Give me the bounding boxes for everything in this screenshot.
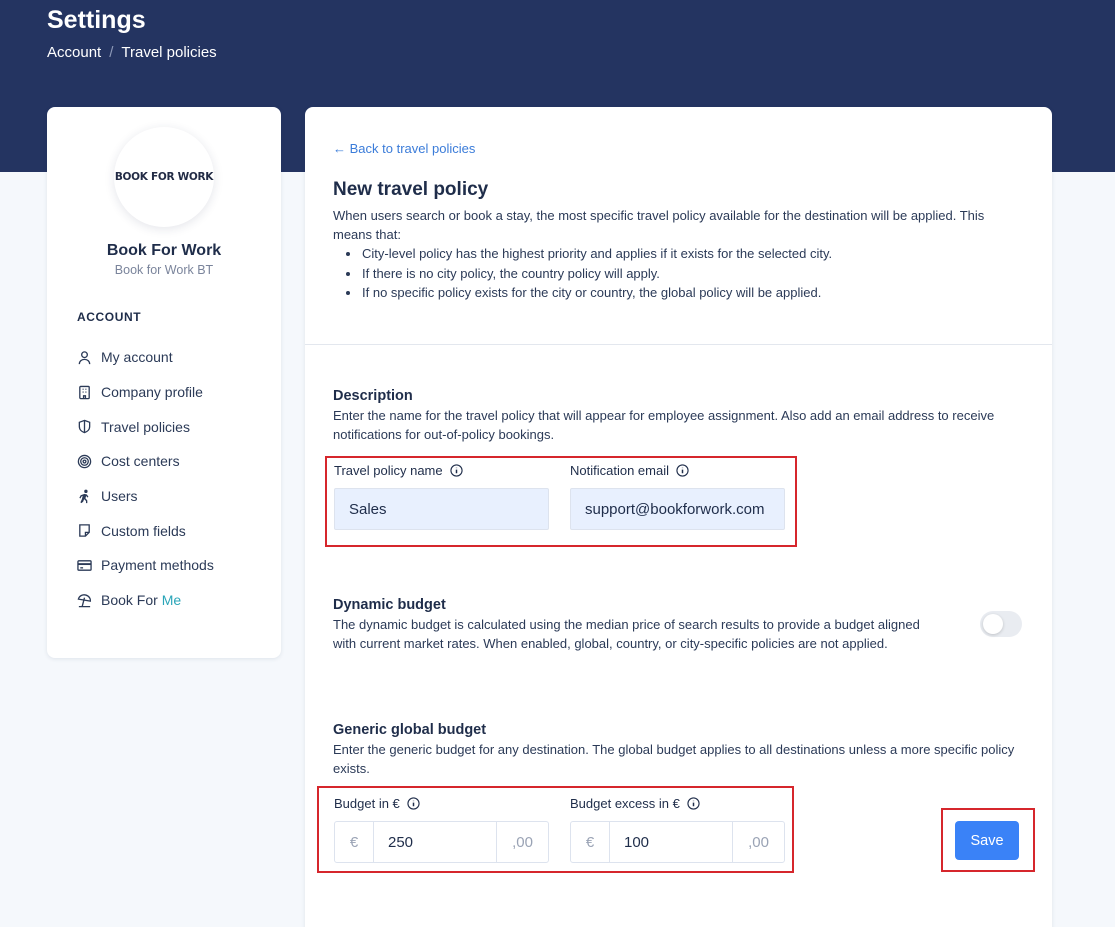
- walking-user-icon: [79, 489, 89, 503]
- currency-prefix: €: [335, 822, 374, 862]
- company-logo: BOOK FOR WORK: [114, 127, 214, 227]
- decimal-suffix: ,00: [732, 822, 784, 862]
- sidebar-item-label: Custom fields: [101, 522, 186, 539]
- building-icon: [79, 385, 90, 399]
- info-icon[interactable]: [676, 464, 689, 477]
- sidebar-item-travel-policies[interactable]: Travel policies: [77, 409, 267, 444]
- budget-label: Budget in €: [334, 796, 420, 811]
- main-card: ← Back to travel policies New travel pol…: [305, 107, 1052, 927]
- save-button[interactable]: Save: [955, 821, 1019, 860]
- description-text: Enter the name for the travel policy tha…: [333, 408, 995, 443]
- page-title: Settings: [47, 6, 146, 34]
- sidebar-item-label: Payment methods: [101, 557, 214, 574]
- sidebar-item-cost-centers[interactable]: Cost centers: [77, 444, 267, 479]
- list-item: City-level policy has the highest priori…: [346, 244, 1023, 263]
- info-icon[interactable]: [449, 464, 463, 477]
- sidebar-item-label: Book For Me: [101, 592, 182, 609]
- description-title: Description: [333, 388, 413, 404]
- sidebar-nav: My account Company profile Travel polici…: [77, 340, 267, 618]
- breadcrumb-travel-policies: Travel policies: [121, 44, 217, 61]
- sidebar: BOOK FOR WORK Book For Work Book for Wor…: [47, 107, 281, 658]
- budget-excess-label: Budget excess in €: [570, 796, 700, 811]
- breadcrumb-separator: /: [109, 44, 114, 61]
- sidebar-item-label: Travel policies: [101, 418, 190, 435]
- company-name: Book For Work: [106, 242, 222, 259]
- travel-policy-name-input[interactable]: [334, 488, 549, 530]
- currency-prefix: €: [571, 822, 610, 862]
- budget-field: € ,00: [334, 821, 549, 863]
- sidebar-item-users[interactable]: Users: [77, 479, 267, 514]
- note-icon: [79, 524, 90, 538]
- credit-card-icon: [77, 560, 92, 571]
- sidebar-section-label: ACCOUNT: [77, 310, 142, 324]
- info-icon[interactable]: [687, 797, 700, 810]
- back-to-travel-policies-link[interactable]: ← Back to travel policies: [333, 141, 475, 156]
- beach-umbrella-icon: [77, 593, 92, 607]
- dynamic-budget-title: Dynamic budget: [333, 597, 446, 613]
- policy-title: New travel policy: [333, 179, 489, 200]
- sidebar-item-label: Cost centers: [101, 453, 180, 470]
- sidebar-item-custom-fields[interactable]: Custom fields: [77, 513, 267, 548]
- breadcrumb-account[interactable]: Account: [47, 44, 101, 61]
- budget-excess-field: € ,00: [570, 821, 785, 863]
- decimal-suffix: ,00: [496, 822, 548, 862]
- travel-policy-name-label: Travel policy name: [334, 463, 463, 478]
- sidebar-item-company-profile[interactable]: Company profile: [77, 375, 267, 410]
- budget-input[interactable]: [374, 822, 496, 862]
- sidebar-item-label: Company profile: [101, 384, 203, 401]
- target-icon: [77, 454, 92, 469]
- intro-text: When users search or book a stay, the mo…: [333, 206, 1023, 302]
- sidebar-item-label: Users: [101, 488, 138, 505]
- company-subtitle: Book for Work BT: [114, 263, 214, 277]
- section-divider: [305, 344, 1052, 345]
- sidebar-item-label: My account: [101, 349, 173, 366]
- budget-excess-input[interactable]: [610, 822, 732, 862]
- dynamic-budget-toggle[interactable]: [980, 611, 1022, 637]
- sidebar-item-book-for-me[interactable]: Book For Me: [77, 583, 267, 618]
- shield-icon: [78, 419, 91, 434]
- breadcrumb: Account / Travel policies: [47, 44, 217, 61]
- dynamic-budget-text: The dynamic budget is calculated using t…: [333, 617, 920, 652]
- list-item: If no specific policy exists for the cit…: [346, 283, 1023, 302]
- global-budget-title: Generic global budget: [333, 722, 487, 738]
- toggle-knob: [983, 614, 1003, 634]
- intro-paragraph: When users search or book a stay, the mo…: [333, 208, 985, 243]
- sidebar-item-my-account[interactable]: My account: [77, 340, 267, 375]
- global-budget-text: Enter the generic budget for any destina…: [333, 742, 1015, 777]
- sidebar-item-label-accent: Me: [161, 592, 182, 609]
- logo-text: BOOK FOR WORK: [114, 171, 214, 183]
- sidebar-item-payment-methods[interactable]: Payment methods: [77, 548, 267, 583]
- list-item: If there is no city policy, the country …: [346, 264, 1023, 283]
- priority-list: City-level policy has the highest priori…: [333, 244, 1023, 302]
- info-icon[interactable]: [407, 797, 420, 810]
- user-icon: [78, 351, 91, 364]
- notification-email-input[interactable]: [570, 488, 785, 530]
- notification-email-label: Notification email: [570, 463, 689, 478]
